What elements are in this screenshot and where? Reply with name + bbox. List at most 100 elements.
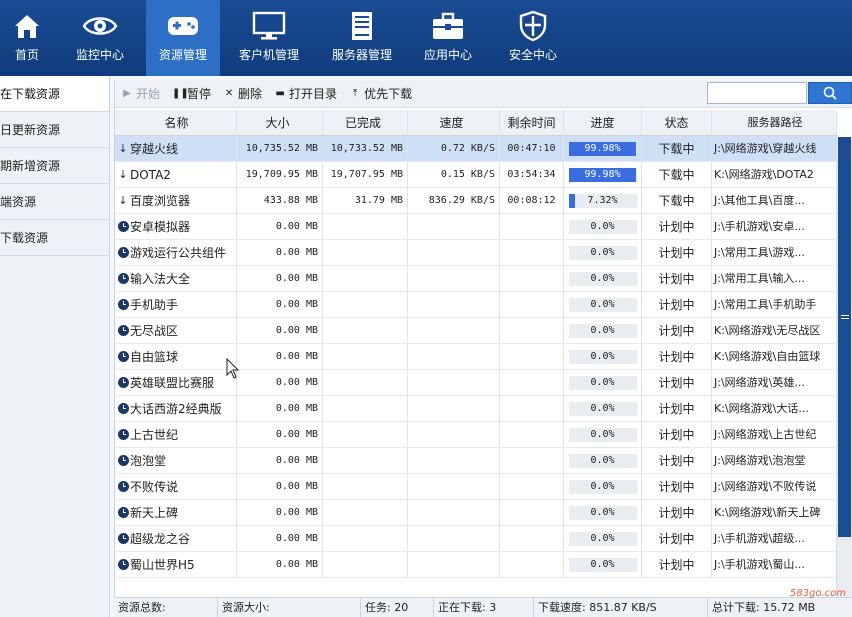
row-name-cell: 游戏运行公共组件	[115, 240, 237, 265]
progress-bar: 0.0%	[568, 349, 637, 364]
progress-text: 0.0%	[590, 402, 615, 414]
row-name-cell: ↓ 百度浏览器	[115, 188, 237, 213]
clock-icon	[117, 403, 129, 414]
nav-item-server[interactable]: 服务器管理	[318, 0, 406, 76]
table-row[interactable]: 不败传说 0.00 MB 0.0% 计划中 J:\网络游戏\不败传说	[115, 474, 837, 500]
row-status: 计划中	[642, 500, 712, 525]
folder-icon: ▬	[275, 88, 285, 99]
column-header-done[interactable]: 已完成	[323, 110, 408, 135]
delete-button[interactable]: ✕ 删除	[223, 85, 262, 102]
row-speed	[408, 318, 500, 343]
row-progress-cell: 0.0%	[564, 526, 642, 551]
row-progress-cell: 99.98%	[564, 162, 642, 187]
row-progress-cell: 0.0%	[564, 552, 642, 577]
clock-face	[117, 351, 129, 362]
pause-button[interactable]: ❚❚ 暂停	[172, 85, 211, 102]
progress-text: 99.98%	[584, 168, 621, 180]
nav-item-toolbox[interactable]: 应用中心	[406, 0, 490, 76]
row-done: 31.79 MB	[323, 188, 408, 213]
sidebar-item[interactable]: 下载资源	[0, 220, 109, 256]
row-remaining: 00:08:12	[500, 188, 564, 213]
column-header-speed[interactable]: 速度	[408, 110, 500, 135]
column-header-path[interactable]: 服务器路径	[712, 110, 837, 135]
clock-face	[117, 559, 129, 570]
sidebar-item[interactable]: 端资源	[0, 184, 109, 220]
row-name-cell: ↓ 穿越火线	[115, 136, 237, 161]
table-row[interactable]: 安卓模拟器 0.00 MB 0.0% 计划中 J:\手机游戏\安卓...	[115, 214, 837, 240]
table-row[interactable]: 无尽战区 0.00 MB 0.0% 计划中 K:\网络游戏\无尽战区	[115, 318, 837, 344]
download-arrow-icon: ↓	[118, 193, 128, 207]
table-row[interactable]: 输入法大全 0.00 MB 0.0% 计划中 J:\常用工具\输入...	[115, 266, 837, 292]
start-button[interactable]: ▶ 开始	[121, 85, 160, 102]
sidebar-item[interactable]: 日更新资源	[0, 112, 109, 148]
download-arrow-icon: ↓	[118, 167, 128, 181]
row-progress-cell: 0.0%	[564, 396, 642, 421]
row-progress-cell: 0.0%	[564, 214, 642, 239]
nav-item-home[interactable]: 首页	[0, 0, 54, 76]
row-speed	[408, 292, 500, 317]
row-done	[323, 214, 408, 239]
vertical-scrollbar[interactable]	[836, 137, 852, 617]
download-table: 名称 大小 已完成 速度 剩余时间 进度 状态 服务器路径 ↓ 穿越火线 10,735.52 MB…	[115, 110, 837, 578]
nav-label: 首页	[14, 48, 39, 62]
row-remaining: 00:47:10	[500, 136, 564, 161]
scrollbar-grip-icon	[841, 315, 849, 319]
row-speed: 0.15 KB/S	[408, 162, 500, 187]
progress-bar: 7.32%	[568, 193, 637, 208]
row-speed	[408, 448, 500, 473]
priority-download-button[interactable]: ⤒ 优先下载	[349, 85, 412, 102]
nav-item-eye[interactable]: 监控中心	[54, 0, 146, 76]
row-server-path: J:\常用工具\手机助手	[712, 292, 837, 317]
clock-face	[117, 299, 129, 310]
row-status: 计划中	[642, 474, 712, 499]
download-arrow-icon: ↓	[118, 141, 128, 155]
table-row[interactable]: 大话西游2经典版 0.00 MB 0.0% 计划中 K:\网络游戏\大话...	[115, 396, 837, 422]
row-status: 计划中	[642, 292, 712, 317]
search-input[interactable]	[707, 82, 807, 104]
row-progress-cell: 99.98%	[564, 136, 642, 161]
column-header-status[interactable]: 状态	[642, 110, 712, 135]
clock-icon	[117, 325, 129, 336]
clock-face	[117, 481, 129, 492]
column-header-name[interactable]: 名称	[115, 110, 237, 135]
table-row[interactable]: ↓ 穿越火线 10,735.52 MB 10,733.52 MB 0.72 KB/S 00…	[115, 136, 837, 162]
main-panel: ▶ 开始 ❚❚ 暂停 ✕ 删除 ▬ 打开目录 ⤒ 优先下载 名称 大小 已完成 …	[114, 80, 852, 617]
row-name: 穿越火线	[130, 141, 179, 156]
table-row[interactable]: 手机助手 0.00 MB 0.0% 计划中 J:\常用工具\手机助手	[115, 292, 837, 318]
table-row[interactable]: 自由篮球 0.00 MB 0.0% 计划中 K:\网络游戏\自由篮球	[115, 344, 837, 370]
table-row[interactable]: 新天上碑 0.00 MB 0.0% 计划中 K:\网络游戏\新天上碑	[115, 500, 837, 526]
row-done	[323, 292, 408, 317]
open-directory-button[interactable]: ▬ 打开目录	[274, 85, 337, 102]
sidebar-item[interactable]: 期新增资源	[0, 148, 109, 184]
table-row[interactable]: 超级龙之谷 0.00 MB 0.0% 计划中 J:\手机游戏\超级...	[115, 526, 837, 552]
progress-text: 0.0%	[590, 220, 615, 232]
nav-label: 安全中心	[508, 48, 557, 62]
table-body: ↓ 穿越火线 10,735.52 MB 10,733.52 MB 0.72 KB/S 00…	[115, 136, 837, 578]
row-status: 计划中	[642, 266, 712, 291]
table-row[interactable]: ↓ DOTA2 19,709.95 MB 19,707.95 MB 0.15 KB/S 0…	[115, 162, 837, 188]
row-remaining	[500, 526, 564, 551]
column-header-remaining[interactable]: 剩余时间	[500, 110, 564, 135]
scrollbar-thumb[interactable]	[838, 137, 851, 537]
column-header-progress[interactable]: 进度	[564, 110, 642, 135]
table-row[interactable]: 泡泡堂 0.00 MB 0.0% 计划中 J:\网络游戏\泡泡堂	[115, 448, 837, 474]
sidebar-item[interactable]: 在下载资源	[0, 76, 109, 112]
clock-icon	[117, 299, 129, 310]
search-button[interactable]	[808, 82, 852, 104]
table-row[interactable]: 英雄联盟比赛服 0.00 MB 0.0% 计划中 J:\网络游戏\英雄...	[115, 370, 837, 396]
table-row[interactable]: ↓ 百度浏览器 433.88 MB 31.79 MB 836.29 KB/S 00:08:…	[115, 188, 837, 214]
row-progress-cell: 0.0%	[564, 318, 642, 343]
row-done	[323, 266, 408, 291]
table-row[interactable]: 上古世纪 0.00 MB 0.0% 计划中 J:\网络游戏\上古世纪	[115, 422, 837, 448]
nav-item-shield[interactable]: 安全中心	[490, 0, 576, 76]
table-row[interactable]: 蜀山世界H5 0.00 MB 0.0% 计划中 J:\手机游戏\蜀山...	[115, 552, 837, 578]
row-size: 0.00 MB	[237, 214, 323, 239]
nav-item-monitor[interactable]: 客户机管理	[220, 0, 318, 76]
column-header-size[interactable]: 大小	[237, 110, 323, 135]
row-done	[323, 474, 408, 499]
row-remaining	[500, 214, 564, 239]
row-remaining	[500, 396, 564, 421]
nav-item-gamepad[interactable]: 资源管理	[146, 0, 220, 76]
row-server-path: J:\网络游戏\不败传说	[712, 474, 837, 499]
table-row[interactable]: 游戏运行公共组件 0.00 MB 0.0% 计划中 J:\常用工具\游戏...	[115, 240, 837, 266]
